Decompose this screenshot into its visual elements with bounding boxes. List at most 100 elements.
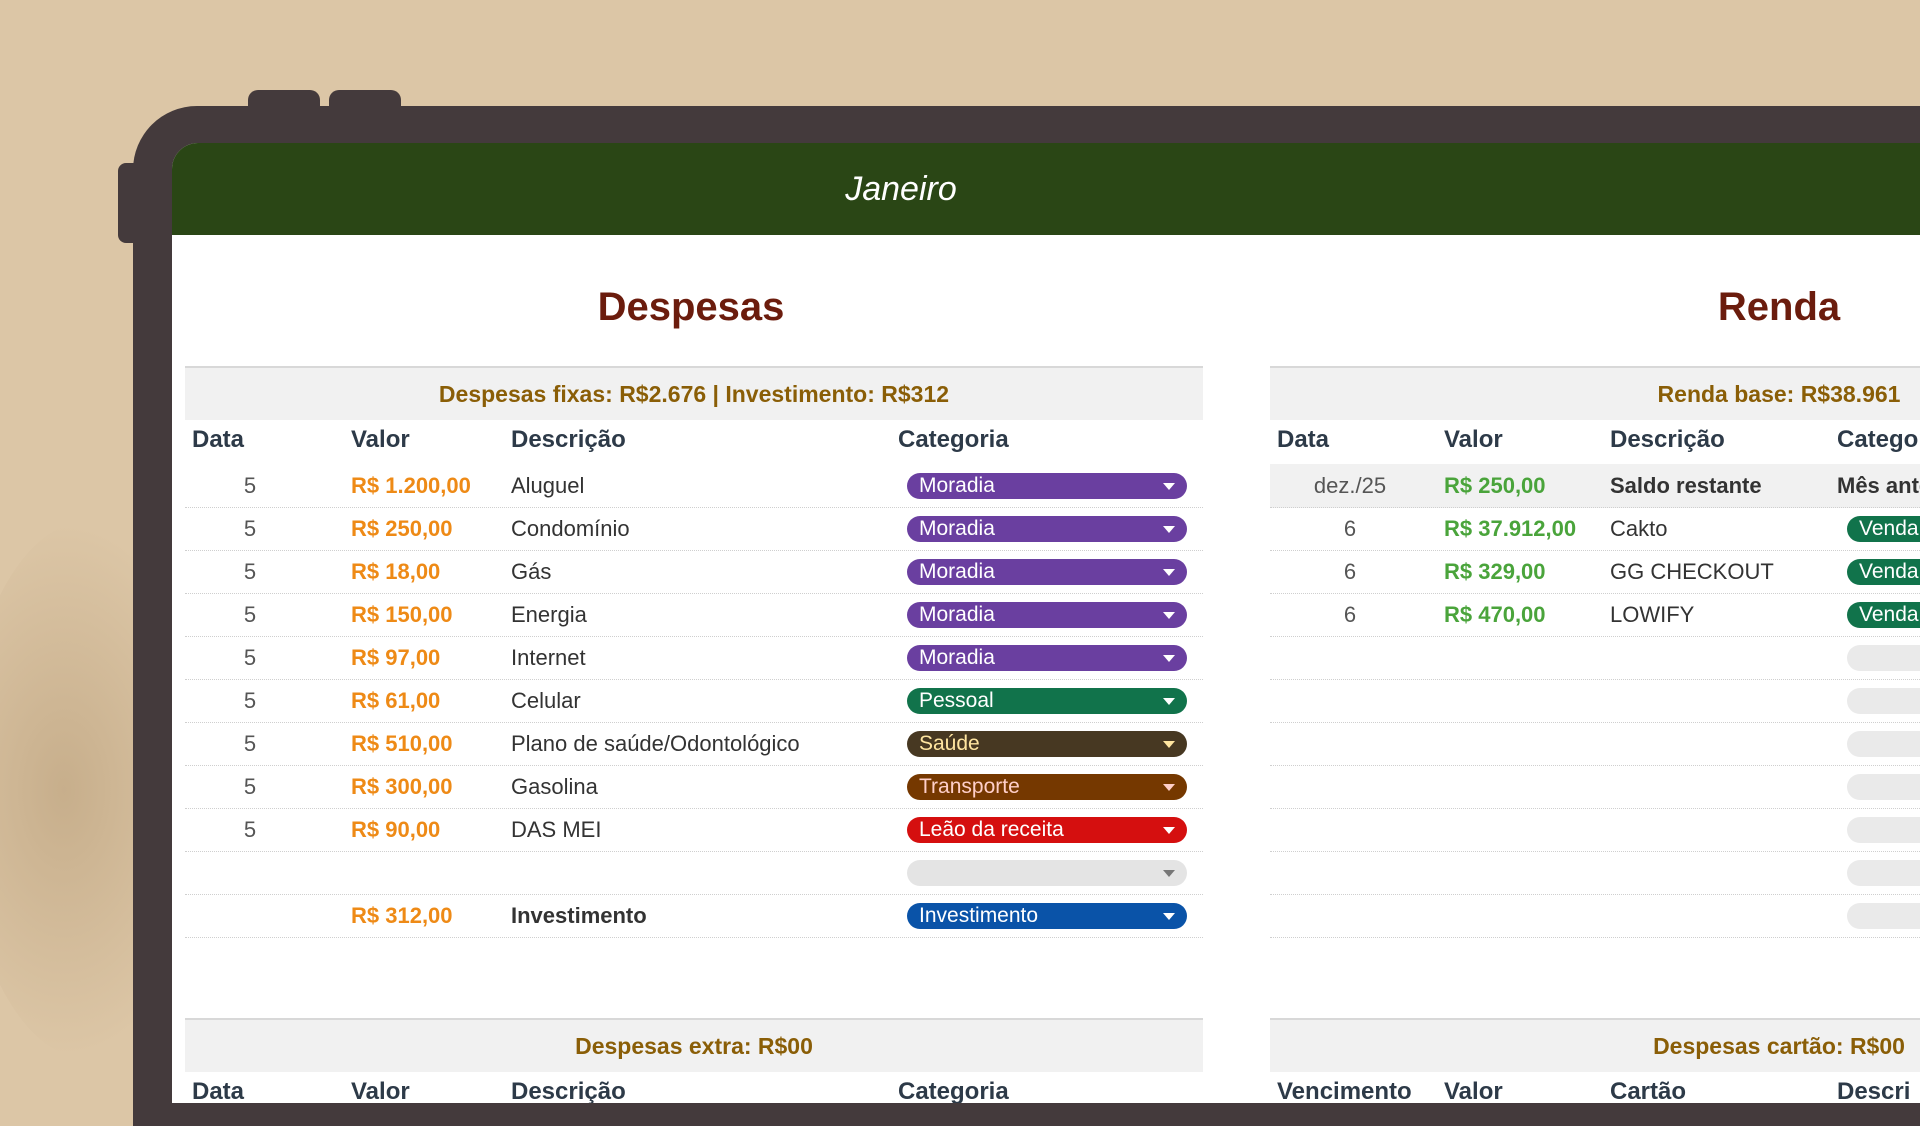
category-dropdown[interactable]: Investimento: [907, 903, 1187, 929]
col-value: Valor: [1444, 426, 1503, 453]
category-label: Moradia: [919, 603, 995, 626]
table-row: 5 R$ 97,00 Internet Moradia: [185, 636, 1203, 680]
row-date[interactable]: 5: [225, 688, 275, 714]
income-title: Renda: [1717, 285, 1841, 329]
category-dropdown[interactable]: [1847, 817, 1920, 843]
row-value[interactable]: R$ 150,00: [351, 602, 453, 628]
row-description[interactable]: Energia: [511, 602, 587, 628]
table-row: dez./25 R$ 250,00 Saldo restante Mês ante: [1270, 464, 1920, 508]
col-date: Data: [192, 426, 245, 453]
row-description[interactable]: Internet: [511, 645, 586, 671]
row-description[interactable]: Cakto: [1610, 516, 1667, 542]
row-description[interactable]: Condomínio: [511, 516, 630, 542]
expenses-summary: Despesas fixas: R$2.676 | Investimento: …: [185, 366, 1203, 420]
row-value[interactable]: R$ 61,00: [351, 688, 440, 714]
row-value[interactable]: R$ 1.200,00: [351, 473, 471, 499]
row-date[interactable]: 5: [225, 473, 275, 499]
category-dropdown[interactable]: Moradia: [907, 559, 1187, 585]
chevron-down-icon: [1163, 655, 1175, 662]
row-description[interactable]: DAS MEI: [511, 817, 601, 843]
table-row: 5 R$ 90,00 DAS MEI Leão da receita: [185, 808, 1203, 852]
row-date[interactable]: 5: [225, 516, 275, 542]
row-date[interactable]: 6: [1300, 516, 1400, 542]
chevron-down-icon: [1163, 483, 1175, 490]
category-dropdown[interactable]: Moradia: [907, 602, 1187, 628]
chevron-down-icon: [1163, 827, 1175, 834]
chevron-down-icon: [1163, 569, 1175, 576]
chevron-down-icon: [1163, 698, 1175, 705]
row-date[interactable]: 5: [225, 817, 275, 843]
row-value[interactable]: R$ 250,00: [351, 516, 453, 542]
table-row: 6 R$ 37.912,00 Cakto Venda: [1270, 507, 1920, 551]
table-row: 6 R$ 329,00 GG CHECKOUT Venda: [1270, 550, 1920, 594]
category-dropdown[interactable]: Moradia: [907, 645, 1187, 671]
table-row: 5 R$ 250,00 Condomínio Moradia: [185, 507, 1203, 551]
row-description[interactable]: Plano de saúde/Odontológico: [511, 731, 800, 757]
category-label: Investimento: [919, 904, 1039, 927]
chevron-down-icon: [1163, 526, 1175, 533]
row-date[interactable]: 5: [225, 559, 275, 585]
row-description[interactable]: GG CHECKOUT: [1610, 559, 1774, 585]
category-dropdown[interactable]: Saúde: [907, 731, 1187, 757]
row-value[interactable]: R$ 90,00: [351, 817, 440, 843]
category-label: Leão da receita: [919, 818, 1064, 841]
extra-expenses-table: Despesas extra: R$00 Data Valor Descriçã…: [185, 1018, 1203, 1103]
table-row: R$ 312,00 Investimento Investimento: [185, 894, 1203, 938]
category-label: Moradia: [919, 560, 995, 583]
category-dropdown[interactable]: Moradia: [907, 473, 1187, 499]
row-description[interactable]: LOWIFY: [1610, 602, 1694, 628]
row-date[interactable]: 5: [225, 774, 275, 800]
col-value: Valor: [351, 426, 410, 453]
card-expenses-summary: Despesas cartão: R$00: [1270, 1018, 1920, 1072]
row-value[interactable]: R$ 510,00: [351, 731, 453, 757]
table-row: [1270, 851, 1920, 895]
category-dropdown[interactable]: [1847, 903, 1920, 929]
row-date[interactable]: 6: [1300, 559, 1400, 585]
row-description[interactable]: Saldo restante: [1610, 473, 1762, 499]
table-row: [1270, 894, 1920, 938]
category-dropdown[interactable]: Leão da receita: [907, 817, 1187, 843]
category-dropdown[interactable]: [907, 860, 1187, 886]
row-date[interactable]: 5: [225, 645, 275, 671]
row-date[interactable]: 6: [1300, 602, 1400, 628]
row-description[interactable]: Investimento: [511, 903, 647, 929]
row-value[interactable]: R$ 470,00: [1444, 602, 1546, 628]
row-date[interactable]: dez./25: [1300, 473, 1400, 499]
extra-expenses-summary: Despesas extra: R$00: [185, 1018, 1203, 1072]
table-row: [185, 851, 1203, 895]
category-dropdown[interactable]: Venda: [1847, 602, 1920, 628]
category-dropdown[interactable]: Venda: [1847, 559, 1920, 585]
category-dropdown[interactable]: [1847, 774, 1920, 800]
row-value[interactable]: R$ 300,00: [351, 774, 453, 800]
table-row: 6 R$ 470,00 LOWIFY Venda: [1270, 593, 1920, 637]
col-category: Categoria: [898, 426, 1009, 453]
category-dropdown[interactable]: [1847, 860, 1920, 886]
category-dropdown[interactable]: Transporte: [907, 774, 1187, 800]
category-dropdown[interactable]: [1847, 645, 1920, 671]
row-description[interactable]: Gás: [511, 559, 551, 585]
row-value[interactable]: R$ 97,00: [351, 645, 440, 671]
chevron-down-icon: [1163, 870, 1175, 877]
category-dropdown[interactable]: Pessoal: [907, 688, 1187, 714]
table-row: [1270, 636, 1920, 680]
category-dropdown[interactable]: [1847, 688, 1920, 714]
row-value[interactable]: R$ 312,00: [351, 903, 453, 929]
category-dropdown[interactable]: Moradia: [907, 516, 1187, 542]
row-date[interactable]: 5: [225, 602, 275, 628]
row-description[interactable]: Aluguel: [511, 473, 584, 499]
category-dropdown[interactable]: Venda: [1847, 516, 1920, 542]
row-value[interactable]: R$ 37.912,00: [1444, 516, 1576, 542]
table-row: [1270, 808, 1920, 852]
row-value[interactable]: R$ 329,00: [1444, 559, 1546, 585]
table-row: 5 R$ 18,00 Gás Moradia: [185, 550, 1203, 594]
row-description[interactable]: Celular: [511, 688, 581, 714]
row-value[interactable]: R$ 18,00: [351, 559, 440, 585]
row-date[interactable]: 5: [225, 731, 275, 757]
row-description[interactable]: Gasolina: [511, 774, 598, 800]
row-category[interactable]: Mês ante: [1837, 473, 1920, 499]
category-dropdown[interactable]: [1847, 731, 1920, 757]
chevron-down-icon: [1163, 612, 1175, 619]
category-label: Venda: [1859, 560, 1919, 583]
income-table: Renda base: R$38.961 Data Valor Descriçã…: [1270, 366, 1920, 938]
row-value[interactable]: R$ 250,00: [1444, 473, 1546, 499]
